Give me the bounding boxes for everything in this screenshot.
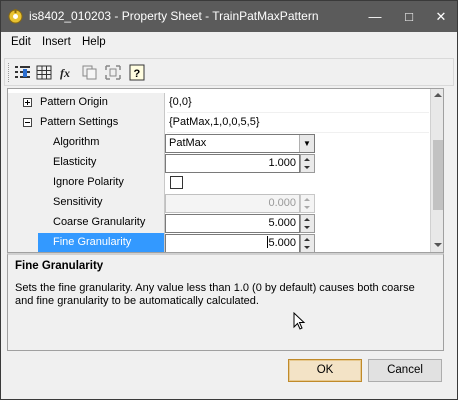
ignore-polarity-checkbox[interactable] — [170, 176, 183, 189]
property-name: Algorithm — [38, 133, 164, 153]
minimize-button[interactable]: — — [361, 1, 389, 32]
property-row-pattern-origin[interactable]: Pattern Origin {0,0} — [8, 93, 430, 113]
property-name: Fine Granularity — [38, 233, 164, 252]
fine-granularity-input[interactable]: 5.000 — [165, 234, 300, 252]
description-title: Fine Granularity — [15, 260, 104, 272]
algorithm-selected-value: PatMax — [169, 137, 207, 149]
spin-down-icon[interactable] — [304, 166, 310, 169]
copy-icon[interactable] — [80, 63, 100, 82]
algorithm-dropdown[interactable]: PatMax ▼ — [165, 134, 315, 153]
arrow-down-icon — [434, 243, 442, 247]
property-value: {0,0} — [167, 93, 429, 113]
scroll-thumb[interactable] — [433, 140, 443, 210]
toolbar: fx ? — [4, 58, 454, 86]
title-bar[interactable]: is8402_010203 - Property Sheet - TrainPa… — [1, 1, 457, 32]
property-row-algorithm[interactable]: Algorithm PatMax ▼ — [8, 133, 430, 153]
sensitivity-input: 0.000 — [165, 194, 300, 213]
svg-text:?: ? — [134, 68, 141, 80]
menu-edit[interactable]: Edit — [11, 36, 31, 48]
spin-up-icon — [304, 198, 310, 201]
property-row-coarse-granularity[interactable]: Coarse Granularity 5.000 — [8, 213, 430, 233]
spin-up-icon[interactable] — [304, 218, 310, 221]
help-icon[interactable]: ? — [127, 63, 147, 82]
property-row-pattern-settings[interactable]: Pattern Settings {PatMax,1,0,0,5,5} — [8, 113, 430, 133]
scroll-down-button[interactable] — [431, 239, 443, 252]
sensitivity-spinner — [300, 194, 315, 213]
toolbar-grip — [8, 63, 11, 82]
elasticity-input[interactable]: 1.000 — [165, 154, 300, 173]
spin-down-icon[interactable] — [304, 226, 310, 229]
property-name: Elasticity — [38, 153, 164, 173]
fx-icon[interactable]: fx — [57, 63, 77, 82]
coarse-granularity-spinner[interactable] — [300, 214, 315, 233]
coarse-granularity-input[interactable]: 5.000 — [165, 214, 300, 233]
spin-up-icon[interactable] — [304, 238, 310, 241]
close-button[interactable]: ✕ — [427, 1, 455, 32]
window-title: is8402_010203 - Property Sheet - TrainPa… — [29, 9, 319, 23]
property-name: Sensitivity — [38, 193, 164, 213]
property-value: {PatMax,1,0,0,5,5} — [167, 113, 429, 133]
expand-plus-icon[interactable] — [23, 98, 32, 107]
mouse-cursor-icon — [293, 312, 306, 330]
app-icon — [8, 9, 23, 24]
description-text: Sets the fine granularity. Any value les… — [15, 282, 415, 307]
grid-icon[interactable] — [34, 63, 54, 82]
grid-scrollbar[interactable] — [430, 89, 443, 252]
collapse-minus-icon[interactable] — [23, 118, 32, 127]
property-name: Ignore Polarity — [38, 173, 164, 193]
menu-help[interactable]: Help — [82, 36, 106, 48]
maximize-button[interactable]: □ — [395, 1, 423, 32]
property-row-elasticity[interactable]: Elasticity 1.000 — [8, 153, 430, 173]
property-grid: Pattern Origin {0,0} Pattern Settings {P… — [7, 88, 444, 253]
spin-down-icon — [304, 206, 310, 209]
description-panel: Fine Granularity Sets the fine granulari… — [7, 253, 444, 351]
property-name: Pattern Settings — [38, 113, 164, 133]
property-name: Pattern Origin — [38, 93, 164, 113]
property-row-ignore-polarity[interactable]: Ignore Polarity — [8, 173, 430, 193]
move-icon[interactable] — [103, 63, 123, 82]
cancel-button[interactable]: Cancel — [368, 359, 442, 382]
property-sheet-window: is8402_010203 - Property Sheet - TrainPa… — [0, 0, 458, 400]
chevron-down-icon[interactable]: ▼ — [299, 135, 314, 152]
property-row-sensitivity[interactable]: Sensitivity 0.000 — [8, 193, 430, 213]
property-row-fine-granularity[interactable]: Fine Granularity 5.000 — [8, 233, 430, 252]
spin-up-icon[interactable] — [304, 158, 310, 161]
menu-bar: Edit Insert Help — [1, 32, 457, 54]
arrow-up-icon — [434, 93, 442, 97]
menu-insert[interactable]: Insert — [42, 36, 71, 48]
spin-down-icon[interactable] — [304, 246, 310, 249]
elasticity-spinner[interactable] — [300, 154, 315, 173]
svg-text:fx: fx — [60, 66, 70, 80]
scroll-up-button[interactable] — [431, 89, 443, 102]
property-name: Coarse Granularity — [38, 213, 164, 233]
ok-button[interactable]: OK — [288, 359, 362, 382]
fine-granularity-spinner[interactable] — [300, 234, 315, 252]
properties-list-icon[interactable] — [13, 63, 33, 82]
input-text-after-caret: 5.000 — [268, 237, 296, 249]
